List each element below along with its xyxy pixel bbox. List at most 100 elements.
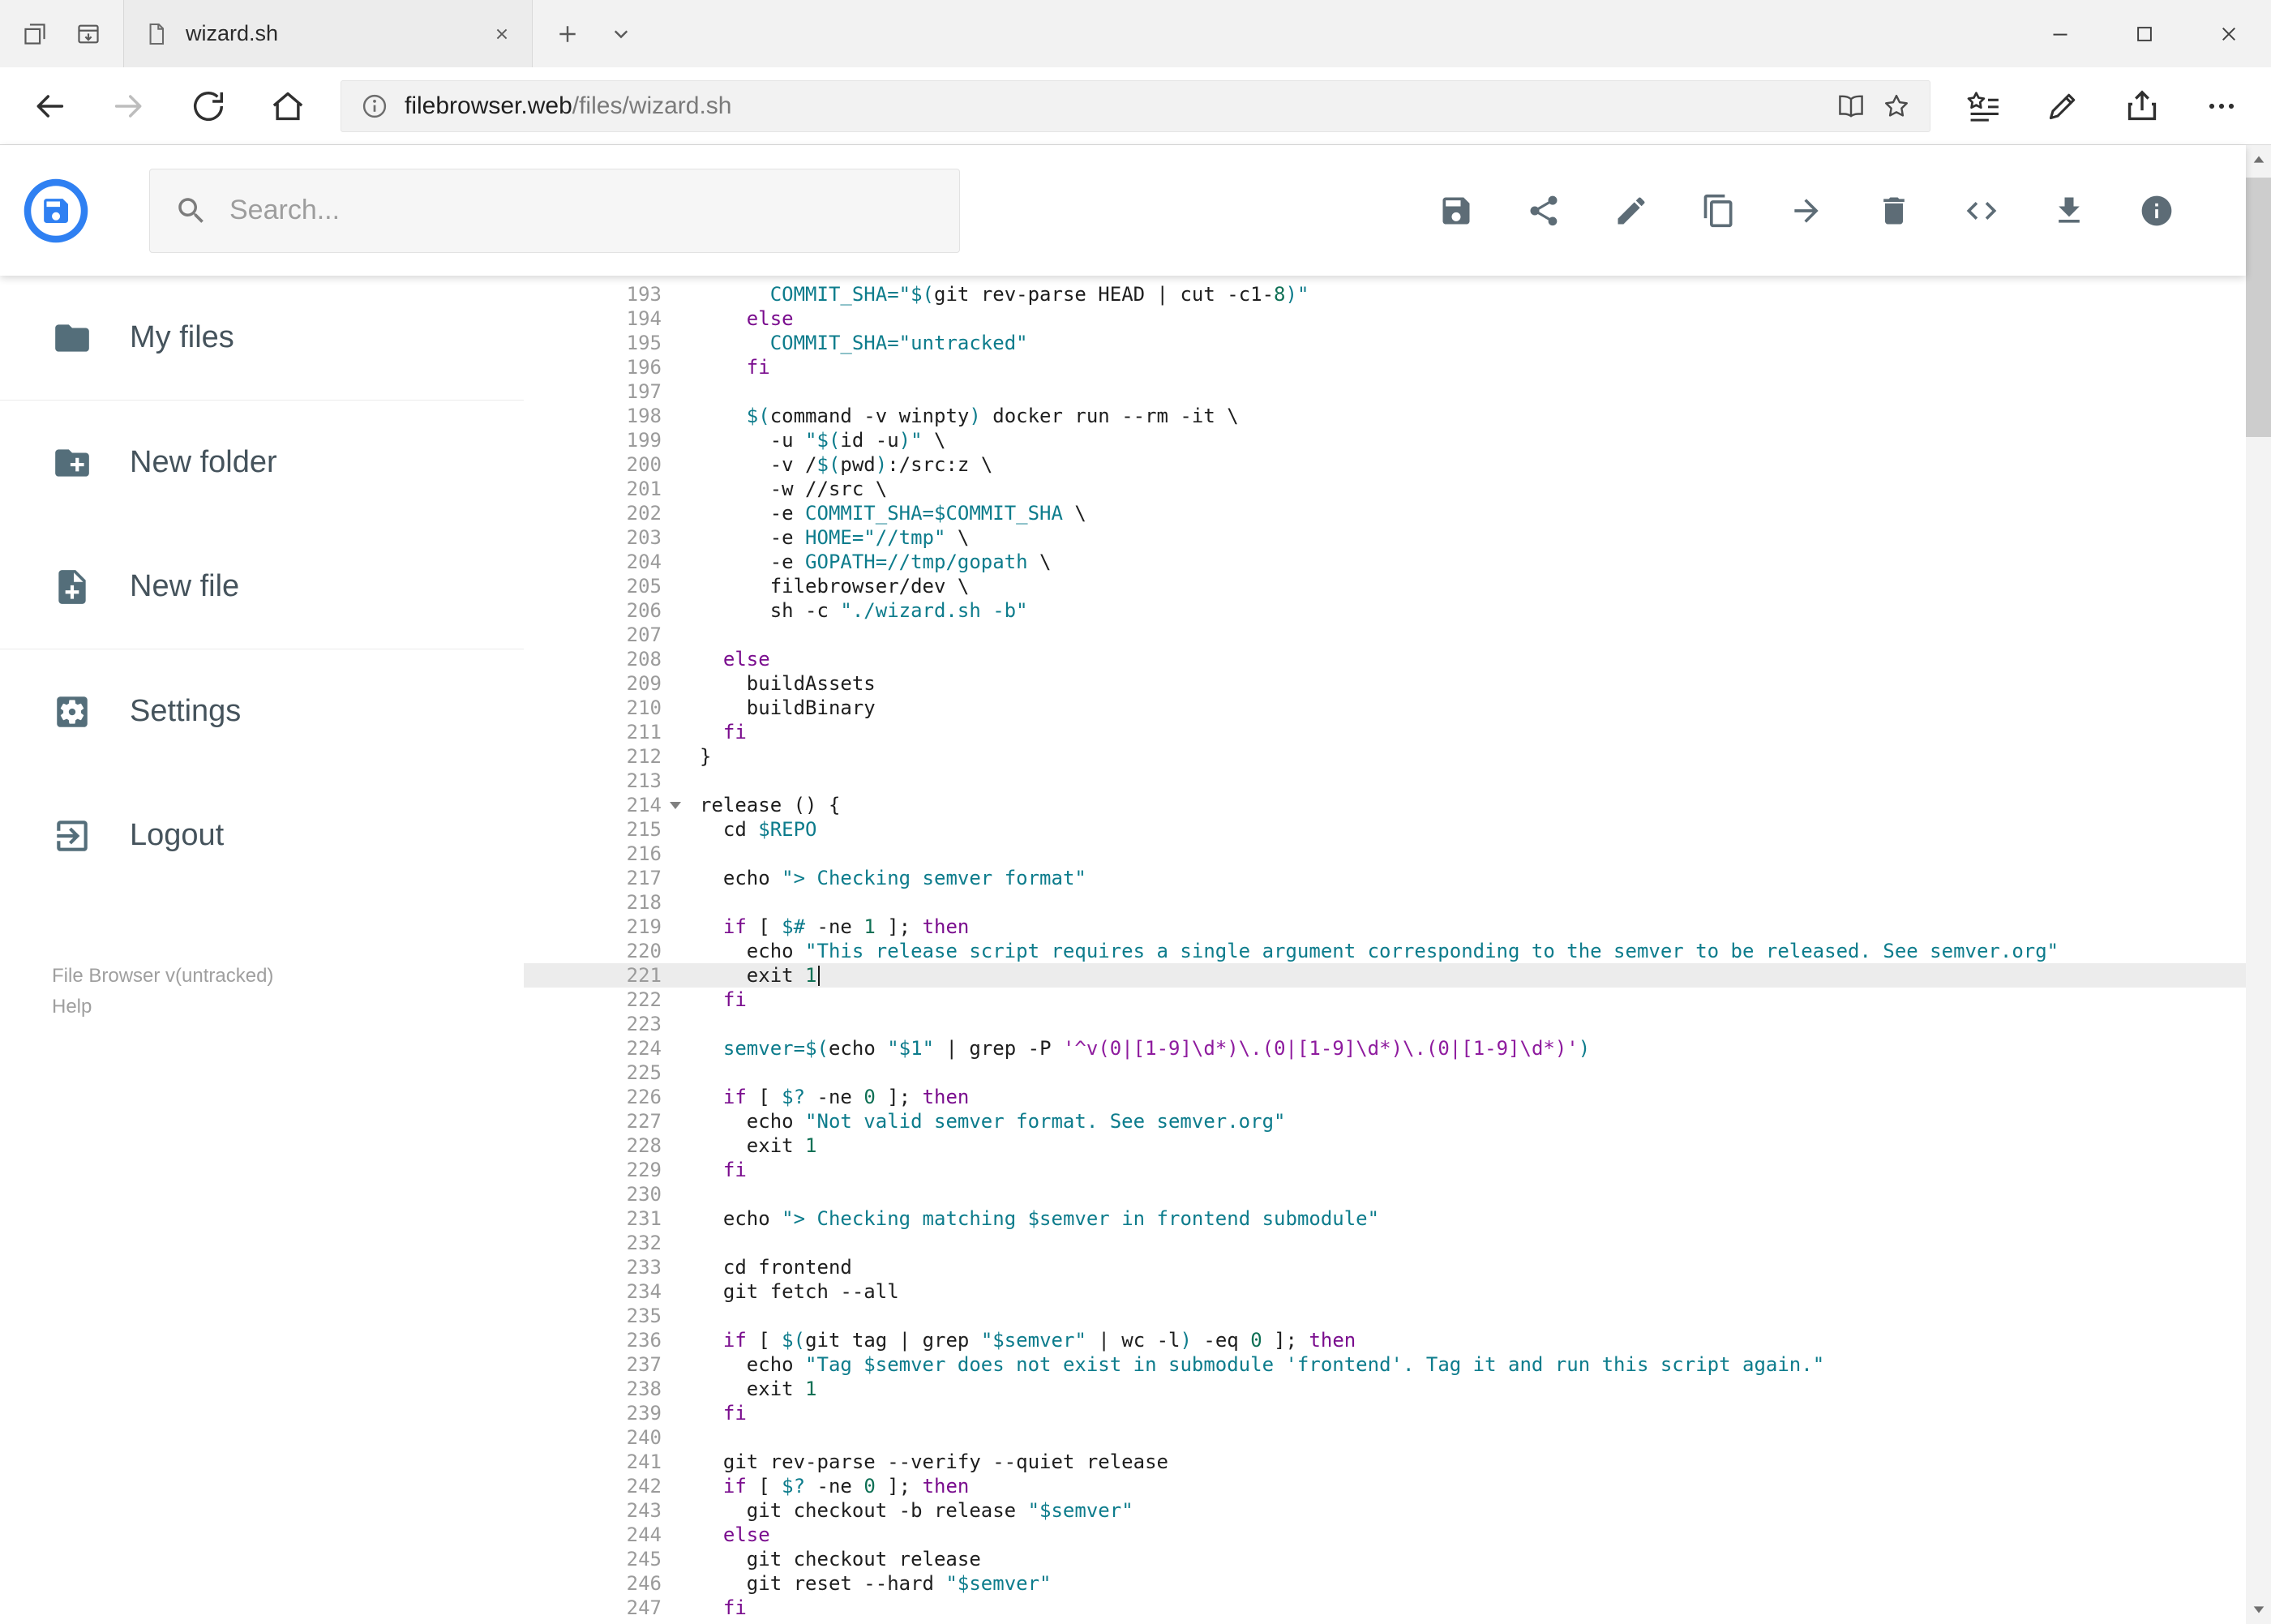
code-line-238[interactable]: 238 exit 1 <box>524 1377 2246 1401</box>
scroll-down-button[interactable] <box>2246 1595 2271 1624</box>
maximize-button[interactable] <box>2102 0 2187 67</box>
code-line-195[interactable]: 195 COMMIT_SHA="untracked" <box>524 331 2246 355</box>
browser-tab[interactable]: wizard.sh <box>123 0 533 67</box>
help-link[interactable]: Help <box>52 992 273 1022</box>
code-line-202[interactable]: 202 -e COMMIT_SHA=$COMMIT_SHA \ <box>524 501 2246 525</box>
code-line-231[interactable]: 231 echo "> Checking matching $semver in… <box>524 1206 2246 1231</box>
code-line-205[interactable]: 205 filebrowser/dev \ <box>524 574 2246 598</box>
app-logo[interactable] <box>23 178 89 244</box>
site-info-icon[interactable] <box>359 91 390 122</box>
code-line-244[interactable]: 244 else <box>524 1523 2246 1547</box>
code-line-225[interactable]: 225 <box>524 1061 2246 1085</box>
code-line-218[interactable]: 218 <box>524 890 2246 915</box>
code-line-226[interactable]: 226 if [ $? -ne 0 ]; then <box>524 1085 2246 1109</box>
code-line-201[interactable]: 201 -w //src \ <box>524 477 2246 501</box>
code-line-237[interactable]: 237 echo "Tag $semver does not exist in … <box>524 1352 2246 1377</box>
code-line-213[interactable]: 213 <box>524 769 2246 793</box>
sidebar-item-new-file[interactable]: New file <box>0 525 524 649</box>
code-line-243[interactable]: 243 git checkout -b release "$semver" <box>524 1498 2246 1523</box>
move-button[interactable] <box>1789 193 1824 229</box>
code-line-227[interactable]: 227 echo "Not valid semver format. See s… <box>524 1109 2246 1133</box>
address-bar[interactable]: filebrowser.web/files/wizard.sh <box>341 79 1930 132</box>
save-button[interactable] <box>1438 193 1474 229</box>
hub-button[interactable] <box>1943 70 2023 143</box>
code-line-210[interactable]: 210 buildBinary <box>524 696 2246 720</box>
code-line-217[interactable]: 217 echo "> Checking semver format" <box>524 866 2246 890</box>
code-line-211[interactable]: 211 fi <box>524 720 2246 744</box>
code-editor[interactable]: 193 COMMIT_SHA="$(git rev-parse HEAD | c… <box>524 276 2246 1624</box>
code-line-197[interactable]: 197 <box>524 379 2246 404</box>
share-button[interactable] <box>2102 70 2182 143</box>
web-note-button[interactable] <box>2023 70 2102 143</box>
code-line-221[interactable]: 221 exit 1 <box>524 963 2246 988</box>
new-tab-button[interactable] <box>541 0 594 67</box>
code-line-203[interactable]: 203 -e HOME="//tmp" \ <box>524 525 2246 550</box>
code-line-233[interactable]: 233 cd frontend <box>524 1255 2246 1279</box>
tab-close-button[interactable] <box>491 24 512 45</box>
code-line-216[interactable]: 216 <box>524 842 2246 866</box>
code-line-207[interactable]: 207 <box>524 623 2246 647</box>
code-line-193[interactable]: 193 COMMIT_SHA="$(git rev-parse HEAD | c… <box>524 282 2246 306</box>
sidebar-item-my-files[interactable]: My files <box>0 276 524 400</box>
code-line-235[interactable]: 235 <box>524 1304 2246 1328</box>
home-button[interactable] <box>248 70 328 143</box>
download-button[interactable] <box>2051 193 2087 229</box>
code-line-229[interactable]: 229 fi <box>524 1158 2246 1182</box>
code-line-239[interactable]: 239 fi <box>524 1401 2246 1425</box>
sidebar-item-new-folder[interactable]: New folder <box>0 401 524 525</box>
code-line-206[interactable]: 206 sh -c "./wizard.sh -b" <box>524 598 2246 623</box>
sidebar-item-logout[interactable]: Logout <box>0 773 524 898</box>
rename-button[interactable] <box>1613 193 1649 229</box>
page-scrollbar[interactable] <box>2246 145 2271 1624</box>
more-button[interactable] <box>2182 70 2261 143</box>
window-close-button[interactable] <box>2187 0 2271 67</box>
tab-list-button[interactable] <box>594 0 648 67</box>
search-box[interactable] <box>149 168 960 253</box>
back-button[interactable] <box>10 70 89 143</box>
delete-button[interactable] <box>1876 193 1912 229</box>
code-line-246[interactable]: 246 git reset --hard "$semver" <box>524 1571 2246 1596</box>
reading-view-button[interactable] <box>1836 91 1866 122</box>
code-line-222[interactable]: 222 fi <box>524 988 2246 1012</box>
code-line-215[interactable]: 215 cd $REPO <box>524 817 2246 842</box>
minimize-button[interactable] <box>2018 0 2102 67</box>
code-line-224[interactable]: 224 semver=$(echo "$1" | grep -P '^v(0|[… <box>524 1036 2246 1061</box>
code-line-232[interactable]: 232 <box>524 1231 2246 1255</box>
code-line-241[interactable]: 241 git rev-parse --verify --quiet relea… <box>524 1450 2246 1474</box>
code-line-194[interactable]: 194 else <box>524 306 2246 331</box>
info-button[interactable] <box>2139 193 2175 229</box>
code-line-230[interactable]: 230 <box>524 1182 2246 1206</box>
favorite-button[interactable] <box>1881 91 1912 122</box>
code-line-199[interactable]: 199 -u "$(id -u)" \ <box>524 428 2246 452</box>
code-line-200[interactable]: 200 -v /$(pwd):/src:z \ <box>524 452 2246 477</box>
code-line-198[interactable]: 198 $(command -v winpty) docker run --rm… <box>524 404 2246 428</box>
editor-button[interactable] <box>1964 193 1999 229</box>
code-line-228[interactable]: 228 exit 1 <box>524 1133 2246 1158</box>
code-line-204[interactable]: 204 -e GOPATH=//tmp/gopath \ <box>524 550 2246 574</box>
code-line-209[interactable]: 209 buildAssets <box>524 671 2246 696</box>
code-line-236[interactable]: 236 if [ $(git tag | grep "$semver" | wc… <box>524 1328 2246 1352</box>
code-line-214[interactable]: 214 release () { <box>524 793 2246 817</box>
scrollbar-thumb[interactable] <box>2246 178 2271 437</box>
code-line-219[interactable]: 219 if [ $# -ne 1 ]; then <box>524 915 2246 939</box>
search-input[interactable] <box>229 195 935 226</box>
scroll-up-button[interactable] <box>2246 145 2271 174</box>
code-line-234[interactable]: 234 git fetch --all <box>524 1279 2246 1304</box>
refresh-button[interactable] <box>169 70 248 143</box>
tab-preview-button[interactable] <box>62 0 115 67</box>
code-line-242[interactable]: 242 if [ $? -ne 0 ]; then <box>524 1474 2246 1498</box>
code-line-223[interactable]: 223 <box>524 1012 2246 1036</box>
forward-button[interactable] <box>89 70 169 143</box>
code-line-245[interactable]: 245 git checkout release <box>524 1547 2246 1571</box>
code-line-196[interactable]: 196 fi <box>524 355 2246 379</box>
copy-button[interactable] <box>1701 193 1737 229</box>
code-line-208[interactable]: 208 else <box>524 647 2246 671</box>
code-line-220[interactable]: 220 echo "This release script requires a… <box>524 939 2246 963</box>
code-line-247[interactable]: 247 fi <box>524 1596 2246 1620</box>
tabs-aside-button[interactable] <box>8 0 62 67</box>
sidebar-item-settings[interactable]: Settings <box>0 649 524 773</box>
code-line-240[interactable]: 240 <box>524 1425 2246 1450</box>
fold-marker-icon[interactable] <box>667 797 683 813</box>
share-button[interactable] <box>1526 193 1562 229</box>
code-line-212[interactable]: 212} <box>524 744 2246 769</box>
